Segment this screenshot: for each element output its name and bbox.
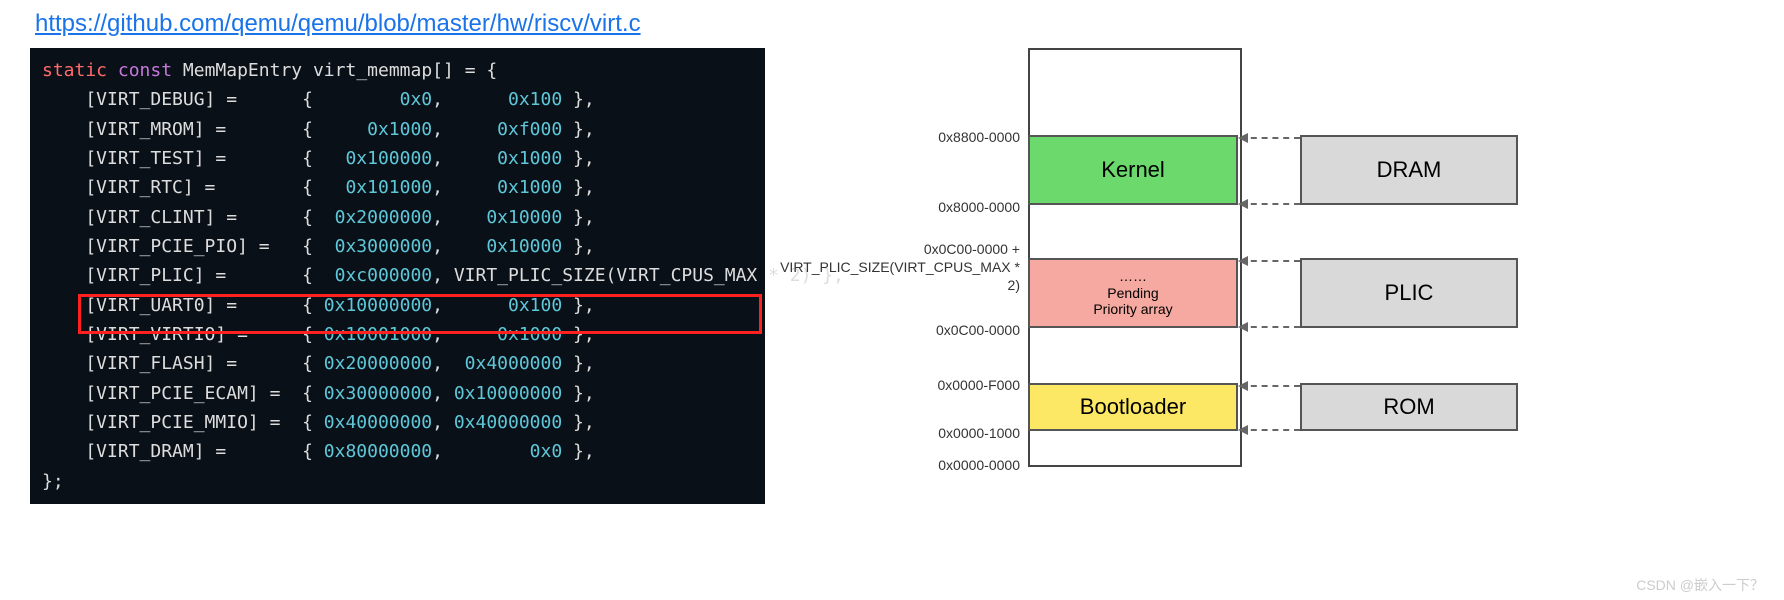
- kernel-region: Kernel: [1028, 135, 1238, 205]
- addr-kernel-bot: 0x8000-0000: [775, 198, 1020, 216]
- code-entry: [VIRT_PLIC] = { 0xc000000, VIRT_PLIC_SIZ…: [42, 261, 757, 290]
- addr-rom-top: 0x0000-F000: [775, 376, 1020, 394]
- source-url-link[interactable]: https://github.com/qemu/qemu/blob/master…: [35, 10, 641, 38]
- connector-plic-top: [1240, 260, 1300, 262]
- addr-zero: 0x0000-0000: [775, 456, 1020, 474]
- code-entry: [VIRT_FLASH] = { 0x20000000, 0x4000000 }…: [42, 349, 757, 378]
- addr-rom-bot: 0x0000-1000: [775, 424, 1020, 442]
- code-block: static const MemMapEntry virt_memmap[] =…: [30, 48, 765, 504]
- main-container: static const MemMapEntry virt_memmap[] =…: [10, 48, 1774, 523]
- connector-plic-bot: [1240, 326, 1300, 328]
- connector-rom-top: [1240, 385, 1300, 387]
- bootloader-region: Bootloader: [1028, 383, 1238, 431]
- connector-dram-bot: [1240, 203, 1300, 205]
- connector-dram-top: [1240, 137, 1300, 139]
- code-entry: [VIRT_TEST] = { 0x100000, 0x1000 },: [42, 144, 757, 173]
- code-entry: [VIRT_RTC] = { 0x101000, 0x1000 },: [42, 173, 757, 202]
- addr-plic-bot: 0x0C00-0000: [775, 321, 1020, 339]
- addr-plic-top: 0x0C00-0000 + VIRT_PLIC_SIZE(VIRT_CPUS_M…: [775, 240, 1020, 295]
- connector-rom-bot: [1240, 429, 1300, 431]
- code-entry: [VIRT_PCIE_PIO] = { 0x3000000, 0x10000 }…: [42, 232, 757, 261]
- addr-kernel-top: 0x8800-0000: [775, 128, 1020, 146]
- memory-diagram: Kernel …… Pending Priority array Bootloa…: [775, 48, 1535, 523]
- code-entry: [VIRT_MROM] = { 0x1000, 0xf000 },: [42, 115, 757, 144]
- code-entry: [VIRT_PCIE_MMIO] = { 0x40000000, 0x40000…: [42, 408, 757, 437]
- plic-region: …… Pending Priority array: [1028, 258, 1238, 328]
- code-entry: [VIRT_VIRTIO] = { 0x10001000, 0x1000 },: [42, 320, 757, 349]
- dram-label-block: DRAM: [1300, 135, 1518, 205]
- code-entry: [VIRT_PCIE_ECAM] = { 0x30000000, 0x10000…: [42, 379, 757, 408]
- watermark-text: CSDN @嵌入一下？: [1636, 575, 1764, 595]
- rom-label-block: ROM: [1300, 383, 1518, 431]
- code-entry: [VIRT_UART0] = { 0x10000000, 0x100 },: [42, 291, 757, 320]
- plic-label-block: PLIC: [1300, 258, 1518, 328]
- code-entry: [VIRT_DEBUG] = { 0x0, 0x100 },: [42, 85, 757, 114]
- code-entry: [VIRT_CLINT] = { 0x2000000, 0x10000 },: [42, 203, 757, 232]
- code-entry: [VIRT_DRAM] = { 0x80000000, 0x0 },: [42, 437, 757, 466]
